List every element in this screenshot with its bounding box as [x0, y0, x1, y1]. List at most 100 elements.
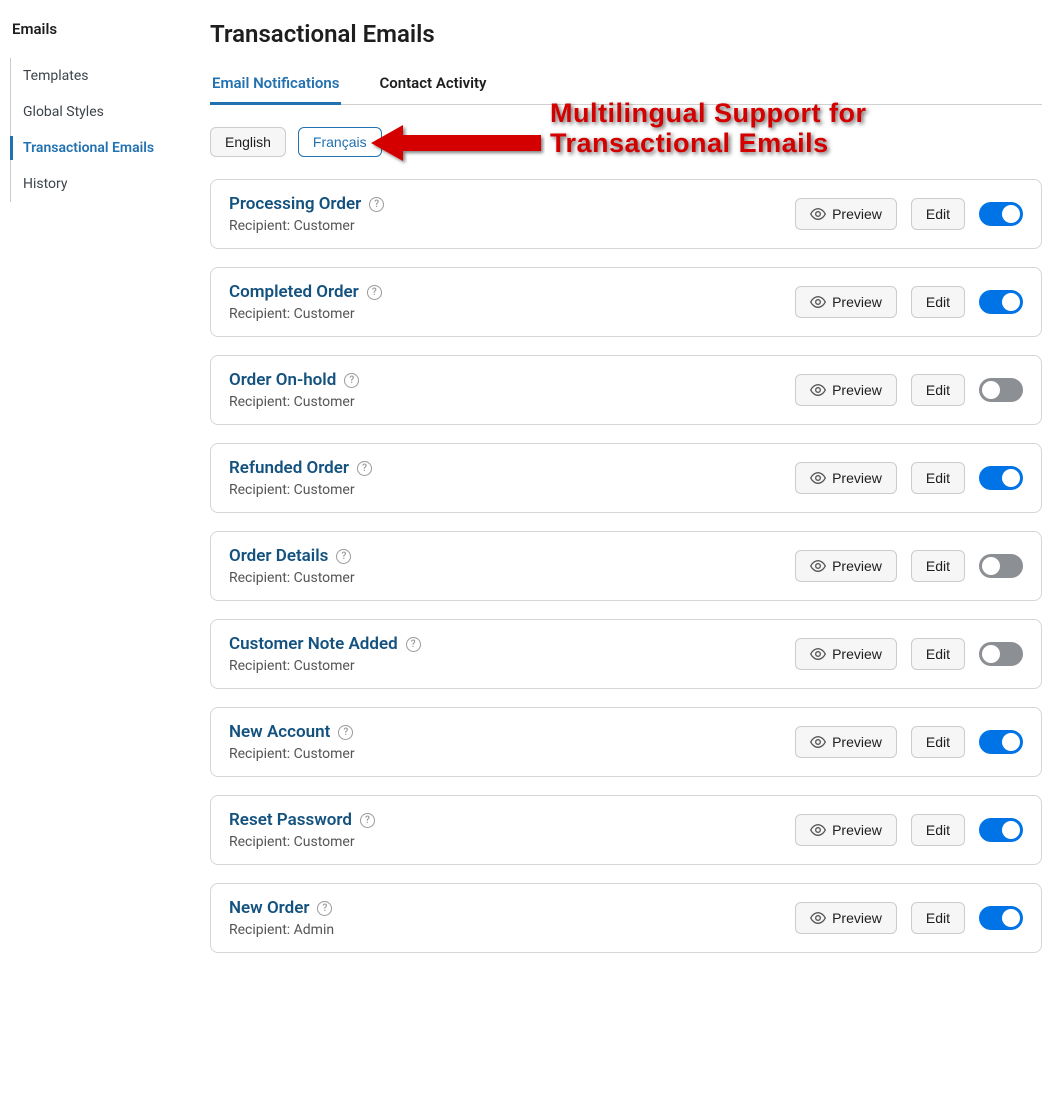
enable-toggle[interactable] — [979, 378, 1023, 402]
edit-button[interactable]: Edit — [911, 902, 965, 934]
language-button-français[interactable]: Français — [298, 127, 382, 157]
edit-button[interactable]: Edit — [911, 462, 965, 494]
sidebar-item-transactional-emails[interactable]: Transactional Emails — [11, 130, 200, 166]
recipient-value: Customer — [294, 658, 355, 674]
email-actions: Preview Edit — [795, 814, 1023, 846]
help-icon[interactable] — [360, 813, 375, 828]
preview-button[interactable]: Preview — [795, 462, 897, 494]
preview-label: Preview — [832, 646, 882, 662]
enable-toggle[interactable] — [979, 290, 1023, 314]
tab-contact-activity[interactable]: Contact Activity — [377, 66, 488, 104]
preview-label: Preview — [832, 822, 882, 838]
sidebar-item-history[interactable]: History — [11, 166, 200, 202]
edit-button[interactable]: Edit — [911, 198, 965, 230]
preview-button[interactable]: Preview — [795, 550, 897, 582]
sidebar: Emails TemplatesGlobal StylesTransaction… — [0, 0, 200, 971]
preview-button[interactable]: Preview — [795, 374, 897, 406]
email-recipient: Recipient: Customer — [229, 218, 384, 234]
email-info: New Account Recipient: Customer — [229, 722, 355, 762]
enable-toggle[interactable] — [979, 906, 1023, 930]
preview-button[interactable]: Preview — [795, 814, 897, 846]
help-icon[interactable] — [367, 285, 382, 300]
sidebar-nav: TemplatesGlobal StylesTransactional Emai… — [10, 58, 200, 202]
edit-button[interactable]: Edit — [911, 374, 965, 406]
enable-toggle[interactable] — [979, 202, 1023, 226]
edit-button[interactable]: Edit — [911, 726, 965, 758]
emails-list: Processing Order Recipient: Customer Previ… — [210, 179, 1042, 953]
enable-toggle[interactable] — [979, 554, 1023, 578]
email-info: Reset Password Recipient: Customer — [229, 810, 375, 850]
help-icon[interactable] — [317, 901, 332, 916]
sidebar-item-templates[interactable]: Templates — [11, 58, 200, 94]
help-icon[interactable] — [344, 373, 359, 388]
email-title-link[interactable]: New Order — [229, 898, 309, 918]
enable-toggle[interactable] — [979, 642, 1023, 666]
recipient-value: Customer — [294, 746, 355, 762]
recipient-value: Customer — [294, 218, 355, 234]
email-card: Reset Password Recipient: Customer Preview… — [210, 795, 1042, 865]
email-title-link[interactable]: Order On-hold — [229, 370, 336, 390]
edit-label: Edit — [926, 294, 950, 310]
eye-icon — [810, 736, 826, 748]
email-actions: Preview Edit — [795, 726, 1023, 758]
email-title-row: New Account — [229, 722, 355, 742]
email-actions: Preview Edit — [795, 638, 1023, 670]
preview-button[interactable]: Preview — [795, 902, 897, 934]
recipient-prefix: Recipient: — [229, 570, 294, 586]
eye-icon — [810, 648, 826, 660]
email-recipient: Recipient: Customer — [229, 746, 355, 762]
preview-button[interactable]: Preview — [795, 638, 897, 670]
recipient-prefix: Recipient: — [229, 834, 294, 850]
annotation-arrow — [365, 113, 545, 173]
help-icon[interactable] — [369, 197, 384, 212]
email-actions: Preview Edit — [795, 462, 1023, 494]
help-icon[interactable] — [336, 549, 351, 564]
language-button-english[interactable]: English — [210, 127, 286, 157]
edit-label: Edit — [926, 646, 950, 662]
email-title-row: Reset Password — [229, 810, 375, 830]
recipient-prefix: Recipient: — [229, 746, 294, 762]
sidebar-item-global-styles[interactable]: Global Styles — [11, 94, 200, 130]
email-card: New OrderRecipient: AdminPreviewEdit — [210, 883, 1042, 953]
main-content: Transactional Emails Email Notifications… — [200, 0, 1062, 971]
annotation-line1: Multilingual Support for — [550, 99, 866, 129]
email-actions: Preview Edit — [795, 550, 1023, 582]
edit-button[interactable]: Edit — [911, 550, 965, 582]
email-title-link[interactable]: Processing Order — [229, 194, 361, 214]
tab-email-notifications[interactable]: Email Notifications — [210, 66, 341, 104]
recipient-value: Customer — [294, 394, 355, 410]
recipient-value: Admin — [294, 922, 334, 938]
preview-label: Preview — [832, 470, 882, 486]
preview-label: Preview — [832, 734, 882, 750]
email-title-row: Order Details — [229, 546, 355, 566]
email-recipient: Recipient: Customer — [229, 394, 359, 410]
email-title-link[interactable]: Completed Order — [229, 282, 359, 302]
edit-label: Edit — [926, 558, 950, 574]
email-card: Customer Note AddedRecipient: CustomerPr… — [210, 619, 1042, 689]
email-title-link[interactable]: Refunded Order — [229, 458, 349, 478]
email-title-link[interactable]: Reset Password — [229, 810, 352, 830]
annotation-text: Multilingual Support for Transactional E… — [550, 99, 866, 158]
email-actions: Preview Edit — [795, 198, 1023, 230]
eye-icon — [810, 208, 826, 220]
enable-toggle[interactable] — [979, 818, 1023, 842]
edit-button[interactable]: Edit — [911, 814, 965, 846]
preview-button[interactable]: Preview — [795, 286, 897, 318]
help-icon[interactable] — [338, 725, 353, 740]
eye-icon — [810, 824, 826, 836]
help-icon[interactable] — [406, 637, 421, 652]
email-title-link[interactable]: Customer Note Added — [229, 634, 398, 654]
preview-button[interactable]: Preview — [795, 198, 897, 230]
email-title-link[interactable]: Order Details — [229, 546, 328, 566]
enable-toggle[interactable] — [979, 730, 1023, 754]
edit-button[interactable]: Edit — [911, 286, 965, 318]
enable-toggle[interactable] — [979, 466, 1023, 490]
preview-button[interactable]: Preview — [795, 726, 897, 758]
preview-label: Preview — [832, 206, 882, 222]
recipient-value: Customer — [294, 834, 355, 850]
sidebar-title: Emails — [10, 20, 200, 50]
email-card: Completed OrderRecipient: CustomerPrevie… — [210, 267, 1042, 337]
edit-button[interactable]: Edit — [911, 638, 965, 670]
help-icon[interactable] — [357, 461, 372, 476]
email-title-link[interactable]: New Account — [229, 722, 330, 742]
